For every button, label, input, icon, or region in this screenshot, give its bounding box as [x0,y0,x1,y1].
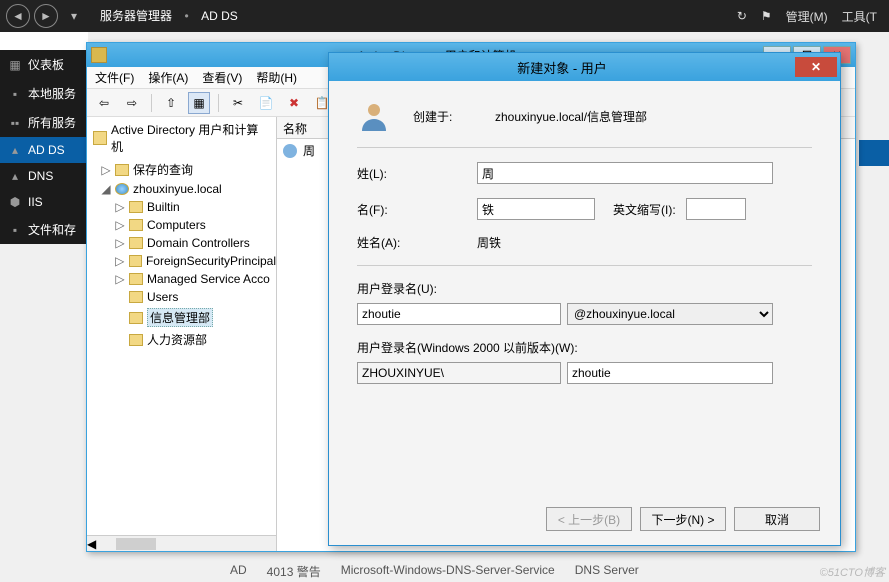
initials-input[interactable] [686,198,746,220]
tree-saved-queries[interactable]: ▷保存的查询 [101,159,276,180]
tree-hscroll[interactable]: ◀ [87,535,276,551]
toolbar-forward-icon[interactable]: ⇨ [121,92,143,114]
ou-icon [129,312,143,324]
event-row: AD 4013 警告 Microsoft‑Windows‑DNS‑Server‑… [230,563,639,580]
nav-forward-button[interactable]: ► [34,4,58,28]
fullname-label: 姓名(A): [357,234,477,251]
given-label: 名(F): [357,201,477,218]
tree-hr-ou[interactable]: 人力资源部 [115,329,276,350]
menu-help[interactable]: 帮助(H) [256,69,297,86]
dialog-title: 新建对象 - 用户 [329,58,795,77]
refresh-icon[interactable]: ↻ [737,9,747,23]
globe-icon [115,183,129,195]
menu-action[interactable]: 操作(A) [148,69,188,86]
dialog-header: 创建于: zhouxinyue.local/信息管理部 [357,99,812,148]
flag-icon[interactable]: ⚑ [761,9,772,23]
server-manager-topbar: ◄ ► ▾ 服务器管理器 • AD DS ↻ ⚑ 管理(M) 工具(T [0,0,889,32]
tree-pane: Active Directory 用户和计算机 ▷保存的查询 ◢zhouxiny… [87,117,277,551]
folder-icon [129,273,143,285]
menu-view[interactable]: 查看(V) [202,69,242,86]
surname-input[interactable] [477,162,773,184]
right-blue-strip [859,140,889,166]
tree-msa[interactable]: ▷Managed Service Acco [115,270,276,288]
logon-input[interactable] [357,303,561,325]
adds-icon: ▴ [8,143,22,157]
breadcrumb-separator: • [184,9,188,23]
ou-icon [129,334,143,346]
iis-icon: ⬢ [8,195,22,209]
tree-info-mgmt-ou[interactable]: 信息管理部 [115,306,276,329]
toolbar-copy-icon[interactable]: 📄 [255,92,277,114]
breadcrumb: 服务器管理器 • AD DS [100,7,737,25]
menu-file[interactable]: 文件(F) [95,69,134,86]
given-input[interactable] [477,198,595,220]
toolbar-cut-icon[interactable]: ✂ [227,92,249,114]
watermark: ©51CTO博客 [820,564,885,580]
samaccount-input[interactable] [567,362,773,384]
created-in-label: 创建于: [413,108,473,125]
fullname-value: 周铁 [477,234,812,251]
toolbar-up-icon[interactable]: ⇧ [160,92,182,114]
divider [357,265,812,266]
tree-root-icon [93,131,107,145]
netbios-input [357,362,561,384]
folder-icon [129,237,143,249]
dashboard-icon: ▦ [8,58,22,72]
cancel-button[interactable]: 取消 [734,507,820,531]
logon-pre-label: 用户登录名(Windows 2000 以前版本)(W): [357,339,578,356]
folder-icon [129,201,143,213]
sidebar-item-dns[interactable]: ▴DNS [0,163,88,189]
sidebar-item-local[interactable]: ▪本地服务 [0,79,88,108]
next-button[interactable]: 下一步(N) > [640,507,726,531]
back-button: < 上一步(B) [546,507,632,531]
folder-icon [129,219,143,231]
sidebar-item-all[interactable]: ▪▪所有服务 [0,108,88,137]
all-servers-icon: ▪▪ [8,116,22,130]
initials-label: 英文缩写(I): [613,201,676,218]
folder-icon [115,164,129,176]
menu-manage[interactable]: 管理(M) [786,8,828,25]
breadcrumb-section: AD DS [201,9,238,23]
tree-dc[interactable]: ▷Domain Controllers [115,234,276,252]
domain-suffix-select[interactable]: @zhouxinyue.local [567,303,773,325]
local-server-icon: ▪ [8,87,22,101]
tree-root[interactable]: Active Directory 用户和计算机 [87,117,276,159]
dns-icon: ▴ [8,169,22,183]
dialog-close-button[interactable]: ✕ [795,57,837,77]
toolbar-delete-icon[interactable]: ✖ [283,92,305,114]
sidebar: ▦仪表板 ▪本地服务 ▪▪所有服务 ▴AD DS ▴DNS ⬢IIS ▪文件和存 [0,50,88,244]
new-user-dialog: 新建对象 - 用户 ✕ 创建于: zhouxinyue.local/信息管理部 … [328,52,841,546]
tree-computers[interactable]: ▷Computers [115,216,276,234]
logon-label: 用户登录名(U): [357,280,437,297]
tree-users[interactable]: Users [115,288,276,306]
user-icon [283,144,297,158]
aduc-app-icon [91,47,107,63]
tree-builtin[interactable]: ▷Builtin [115,198,276,216]
user-large-icon [357,99,391,133]
folder-icon [129,255,142,267]
sidebar-item-dashboard[interactable]: ▦仪表板 [0,50,88,79]
tree-domain[interactable]: ◢zhouxinyue.local [101,180,276,198]
sidebar-item-file[interactable]: ▪文件和存 [0,215,88,244]
nav-back-button[interactable]: ◄ [6,4,30,28]
toolbar-show-hide-icon[interactable]: ▦ [188,92,210,114]
toolbar-back-icon[interactable]: ⇦ [93,92,115,114]
file-storage-icon: ▪ [8,223,22,237]
menu-tools[interactable]: 工具(T [842,8,877,25]
dialog-titlebar[interactable]: 新建对象 - 用户 ✕ [329,53,840,81]
nav-dropdown-button[interactable]: ▾ [62,4,86,28]
sidebar-item-adds[interactable]: ▴AD DS [0,137,88,163]
tree-fsp[interactable]: ▷ForeignSecurityPrincipal [115,252,276,270]
created-in-value: zhouxinyue.local/信息管理部 [495,108,647,125]
breadcrumb-app: 服务器管理器 [100,9,172,23]
sidebar-top-strip [0,32,88,50]
sidebar-item-iis[interactable]: ⬢IIS [0,189,88,215]
folder-icon [129,291,143,303]
surname-label: 姓(L): [357,165,477,182]
